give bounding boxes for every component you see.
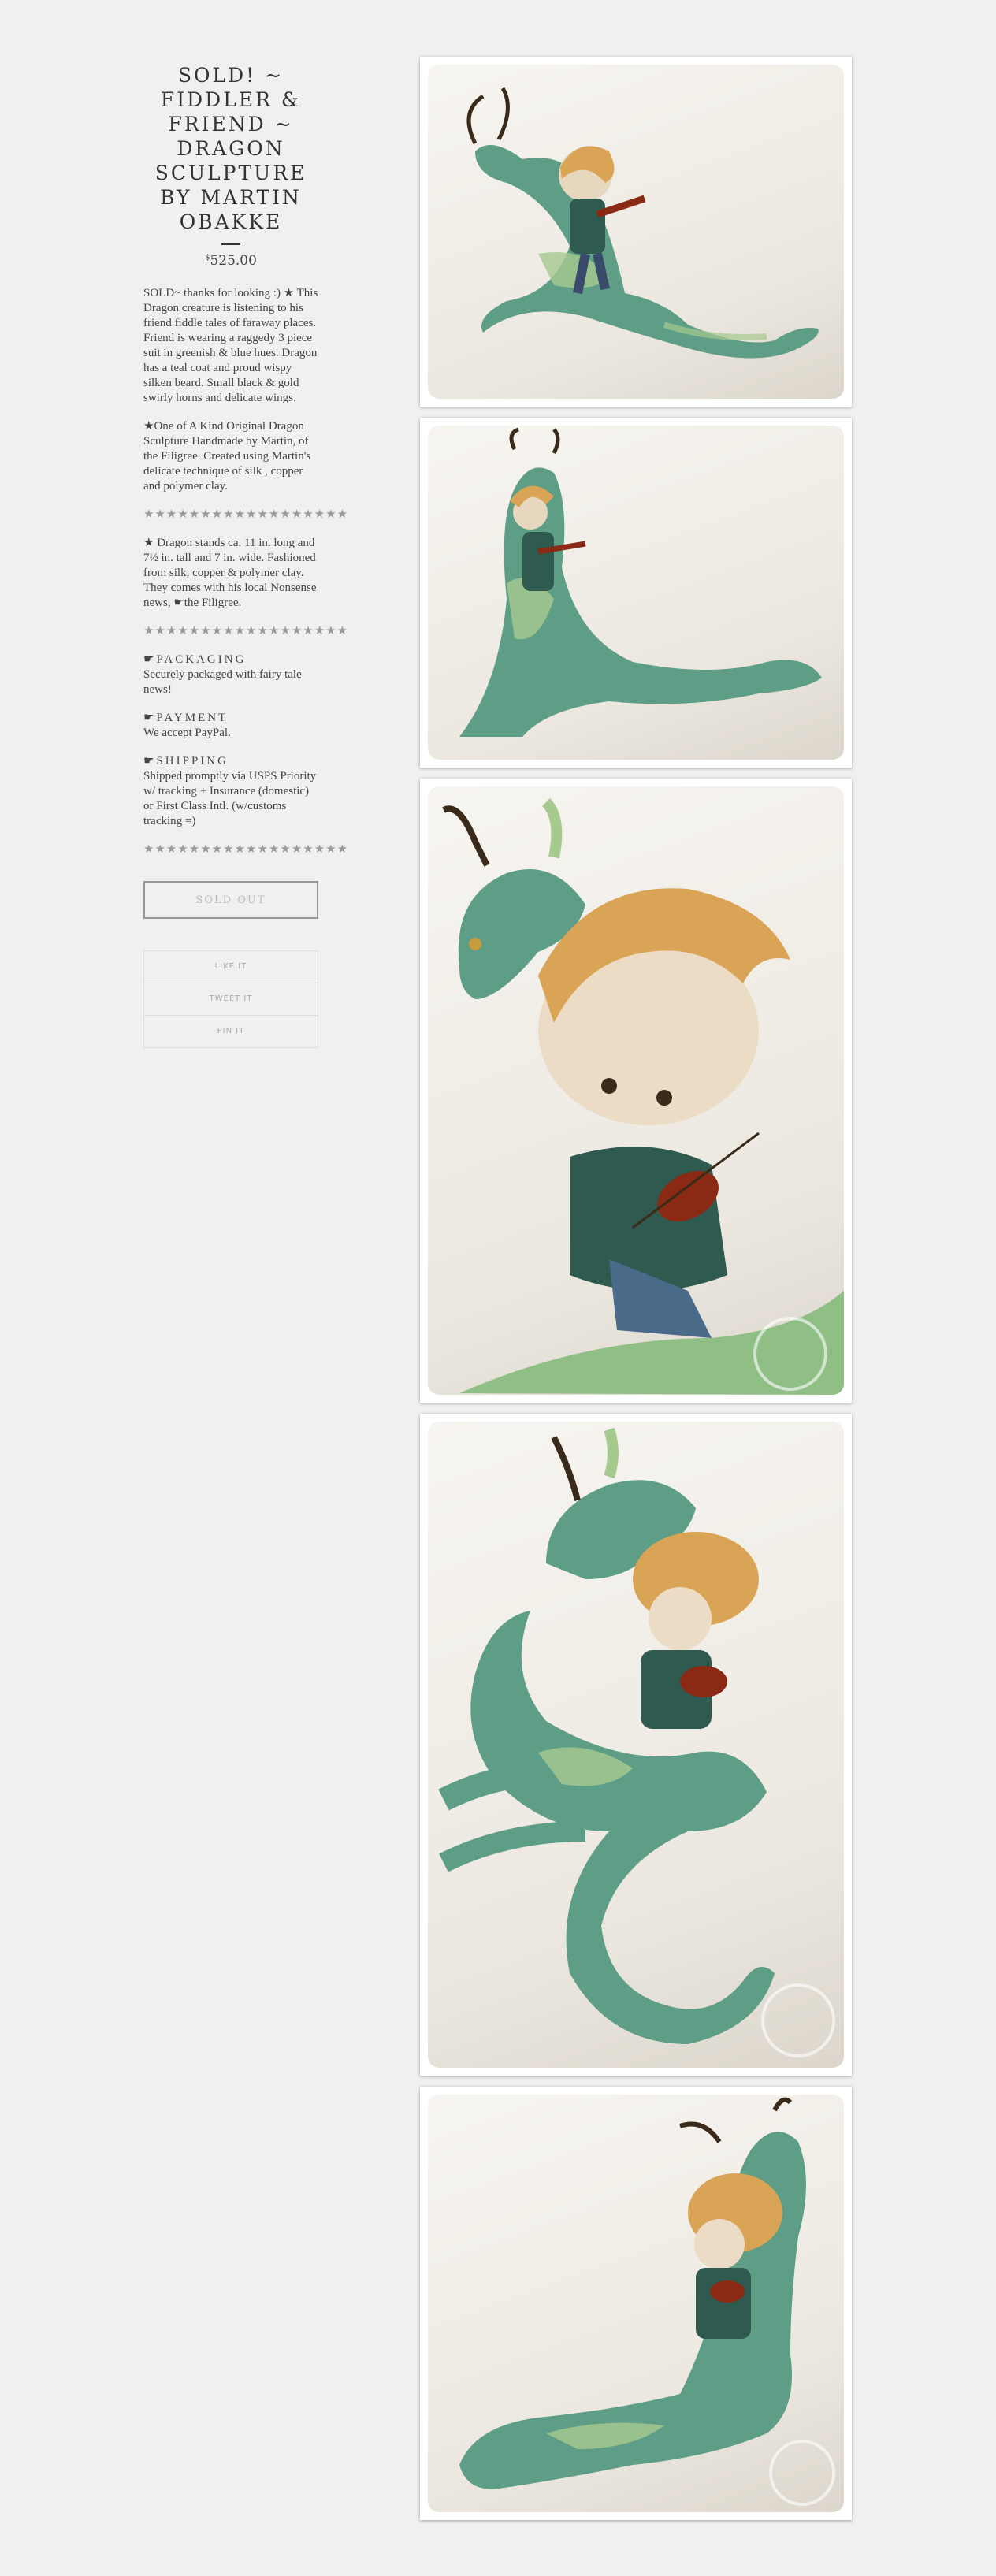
tweet-button[interactable]: TWEET IT [144,983,318,1016]
photo-image [428,786,844,1395]
product-photo-1[interactable] [420,57,852,407]
stars-divider: ★★★★★★★★★★★★★★★★★★ [143,508,349,521]
photo-image [428,2095,844,2512]
product-photo-2[interactable] [420,418,852,768]
product-title: SOLD! ~ FIDDLER & FRIEND ~ DRAGON SCULPT… [154,64,307,233]
shipping-heading: ☛SHIPPING [143,755,229,768]
product-description: SOLD~ thanks for looking :) ★ This Drago… [143,286,349,857]
photo-image [428,1422,844,2068]
dragon-fiddler-illustration [459,2097,835,2506]
share-buttons: LIKE IT TWEET IT PIN IT [143,950,318,1048]
photo-image [428,65,844,399]
packaging-text: Securely packaged with fairy tale news! [143,668,302,696]
sold-out-button[interactable]: SOLD OUT [143,881,318,919]
shipping-section: ☛SHIPPING Shipped promptly via USPS Prior… [143,754,318,829]
price-value: 525.00 [210,253,257,269]
packaging-heading: ☛PACKAGING [143,653,247,666]
dragon-fiddler-illustration [466,87,819,359]
product-price: $525.00 [143,253,318,269]
dragon-fiddler-illustration [442,798,844,1395]
product-photo-4[interactable] [420,1414,852,2076]
payment-heading: ☛PAYMENT [143,712,229,724]
dragon-fiddler-illustration [438,1427,835,2057]
product-info: SOLD! ~ FIDDLER & FRIEND ~ DRAGON SCULPT… [143,63,349,1048]
payment-section: ☛PAYMENT We accept PayPal. [143,711,318,741]
stars-divider: ★★★★★★★★★★★★★★★★★★ [143,625,349,637]
dragon-fiddler-illustration [459,427,822,737]
description-origin: ★One of A Kind Original Dragon Sculpture… [143,420,311,493]
packaging-section: ☛PACKAGING Securely packaged with fairy t… [143,652,318,697]
product-photo-5[interactable] [420,2087,852,2520]
description-dimensions: ★ Dragon stands ca. 11 in. long and 7½ i… [143,537,317,609]
photo-image [428,426,844,760]
pin-button[interactable]: PIN IT [144,1016,318,1047]
product-photo-3[interactable] [420,779,852,1403]
like-button[interactable]: LIKE IT [144,951,318,983]
shipping-text: Shipped promptly via USPS Priority w/ tr… [143,770,317,827]
payment-text: We accept PayPal. [143,727,231,739]
title-divider [221,243,240,245]
stars-divider: ★★★★★★★★★★★★★★★★★★ [143,843,349,856]
description-intro: SOLD~ thanks for looking :) ★ This Drago… [143,287,318,404]
